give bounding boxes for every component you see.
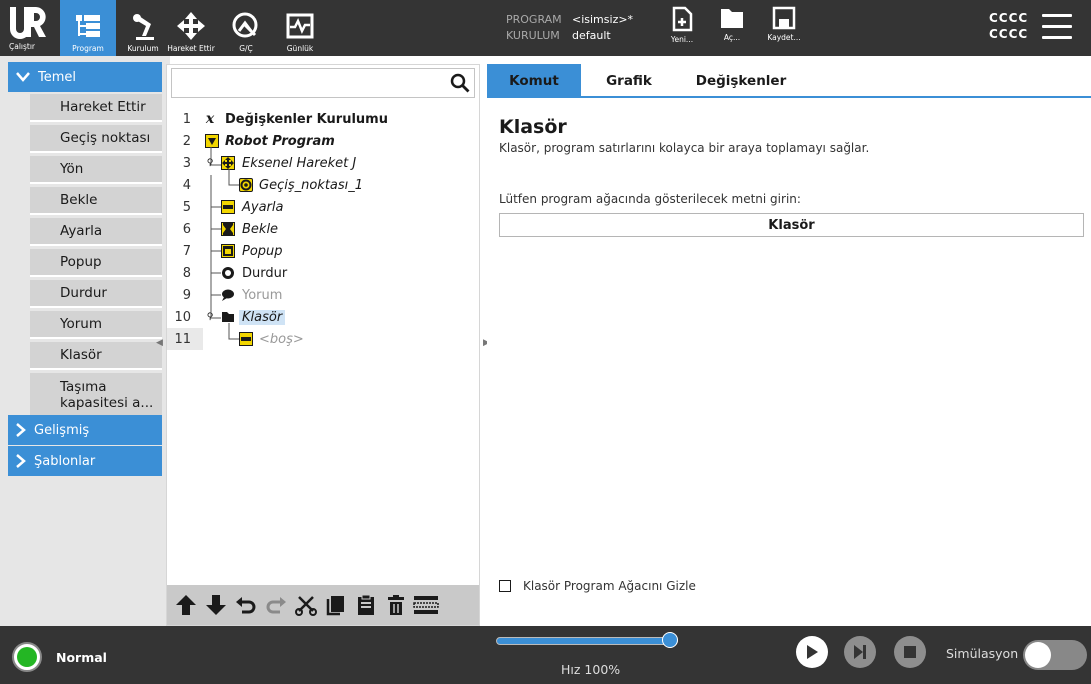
speed-slider-track [496,637,678,645]
collapse-left-icon[interactable]: ◀ [156,338,166,350]
robot-arm-icon [127,10,159,42]
status-label: Normal [56,649,107,665]
section-basic-label: Temel [38,69,77,85]
sidebar-item-move[interactable]: Hareket Ettir [30,94,162,122]
program-key: PROGRAM [506,13,562,26]
speed-label: Hız 100% [561,662,621,677]
redo-icon[interactable] [261,594,291,616]
move-arrows-icon [175,10,207,42]
editor-tabs: Komut Grafik Değişkenler [487,64,1091,98]
node-description: Klasör, program satırlarını kolayca bir … [499,141,870,155]
polyscope-window: Çalıştır Program Kurulum Hareket Ettir G… [0,0,1091,684]
program-name: <isimsiz>* [572,13,634,26]
sidebar-item-halt[interactable]: Durdur [30,280,162,308]
program-node-sidebar: Temel Hareket Ettir Geçiş noktası Yön Be… [0,56,170,626]
save-icon [772,6,796,30]
move-up-icon[interactable] [171,594,201,616]
delete-icon[interactable] [381,594,411,616]
stop-button[interactable] [894,636,926,668]
sidebar-item-comment[interactable]: Yorum [30,311,162,339]
user-line-2: CCCC [989,27,1029,41]
chevron-right-icon [16,423,26,437]
user-line-1: CCCC [989,11,1029,25]
tree-connector-lines [210,147,239,340]
open-program-button[interactable]: Aç... [704,6,760,52]
undo-icon[interactable] [231,594,261,616]
log-icon [284,10,316,42]
node-editor-panel: Komut Grafik Değişkenler Klasör Klasör, … [487,64,1091,626]
nav-move-button[interactable]: Hareket Ettir [167,0,215,56]
nav-log-label: Günlük [286,44,314,53]
top-header: Çalıştır Program Kurulum Hareket Ettir G… [0,0,1091,56]
simulation-toggle[interactable] [1023,640,1087,670]
sidebar-item-wait[interactable]: Bekle [30,187,162,215]
new-file-icon [672,6,693,32]
nav-run-label: Çalıştır [9,42,36,51]
cut-icon[interactable] [291,594,321,616]
nav-program-button[interactable]: Program [60,0,116,56]
save-program-label: Kaydet... [767,33,801,42]
program-info: PROGRAM <isimsiz>* KURULUM default [506,12,633,44]
nav-log-button[interactable]: Günlük [280,0,320,56]
ur-logo-icon[interactable]: Çalıştır [6,3,56,53]
checkbox-icon[interactable] [499,580,511,592]
chevron-down-icon [16,72,30,82]
copy-icon[interactable] [321,594,351,616]
step-icon [854,645,866,659]
nav-io-label: G/Ç [239,44,253,53]
section-templates-header[interactable]: Şablonlar [8,446,162,476]
folder-name-input[interactable]: Klasör [499,213,1084,237]
installation-key: KURULUM [506,29,560,42]
user-info: CCCC CCCC [989,10,1028,42]
installation-name: default [572,29,611,42]
nav-program-label: Program [72,44,104,53]
section-templates-label: Şablonlar [34,453,96,469]
save-program-button[interactable]: Kaydet... [756,6,812,52]
hide-folder-checkbox[interactable]: Klasör Program Ağacını Gizle [499,579,696,593]
hamburger-menu-icon[interactable] [1042,14,1072,40]
step-button[interactable] [844,636,876,668]
status-led-icon [12,642,42,672]
simulation-label: Simülasyon [946,646,1019,661]
toggle-knob [1025,642,1051,668]
suppress-icon[interactable] [411,594,441,616]
node-title: Klasör [499,116,567,138]
open-program-label: Aç... [723,33,741,42]
play-button[interactable] [796,636,828,668]
tree-toolbar [167,585,479,625]
speed-slider[interactable] [496,632,678,648]
bottom-footer: Normal Hız 100% Simülasyon [0,626,1091,684]
section-basic-header[interactable]: Temel [8,62,162,92]
sidebar-item-set[interactable]: Ayarla [30,218,162,246]
tab-command[interactable]: Komut [487,64,581,98]
hide-folder-label: Klasör Program Ağacını Gizle [523,579,696,593]
nav-io-button[interactable]: G/Ç [226,0,266,56]
sidebar-item-payload[interactable]: Taşıma kapasitesi a... [30,373,162,419]
sidebar-item-folder[interactable]: Klasör [30,342,162,370]
tab-graphics[interactable]: Grafik [587,64,671,98]
stop-icon [904,646,916,658]
new-program-button[interactable]: Yeni... [654,6,710,52]
program-tree-panel: 1 x Değişkenler Kurulumu 2 Robot Program… [166,64,480,626]
sidebar-item-waypoint[interactable]: Geçiş noktası [30,125,162,153]
speed-slider-handle[interactable] [662,632,678,648]
move-down-icon[interactable] [201,594,231,616]
play-icon [807,645,818,659]
new-program-label: Yeni... [670,35,694,44]
nav-move-label: Hareket Ettir [167,44,215,53]
section-advanced-label: Gelişmiş [34,422,90,438]
nav-installation-button[interactable]: Kurulum [120,0,166,56]
nav-installation-label: Kurulum [127,44,159,53]
section-advanced-header[interactable]: Gelişmiş [8,415,162,445]
folder-icon [721,9,743,28]
folder-name-prompt: Lütfen program ağacında gösterilecek met… [499,192,801,206]
tab-variables[interactable]: Değişkenler [681,64,801,98]
program-tree-icon [72,10,104,42]
io-icon [230,10,262,42]
sidebar-item-direction[interactable]: Yön [30,156,162,184]
chevron-right-icon [16,454,26,468]
paste-icon[interactable] [351,594,381,616]
sidebar-item-popup[interactable]: Popup [30,249,162,277]
robot-status[interactable]: Normal [12,642,107,672]
